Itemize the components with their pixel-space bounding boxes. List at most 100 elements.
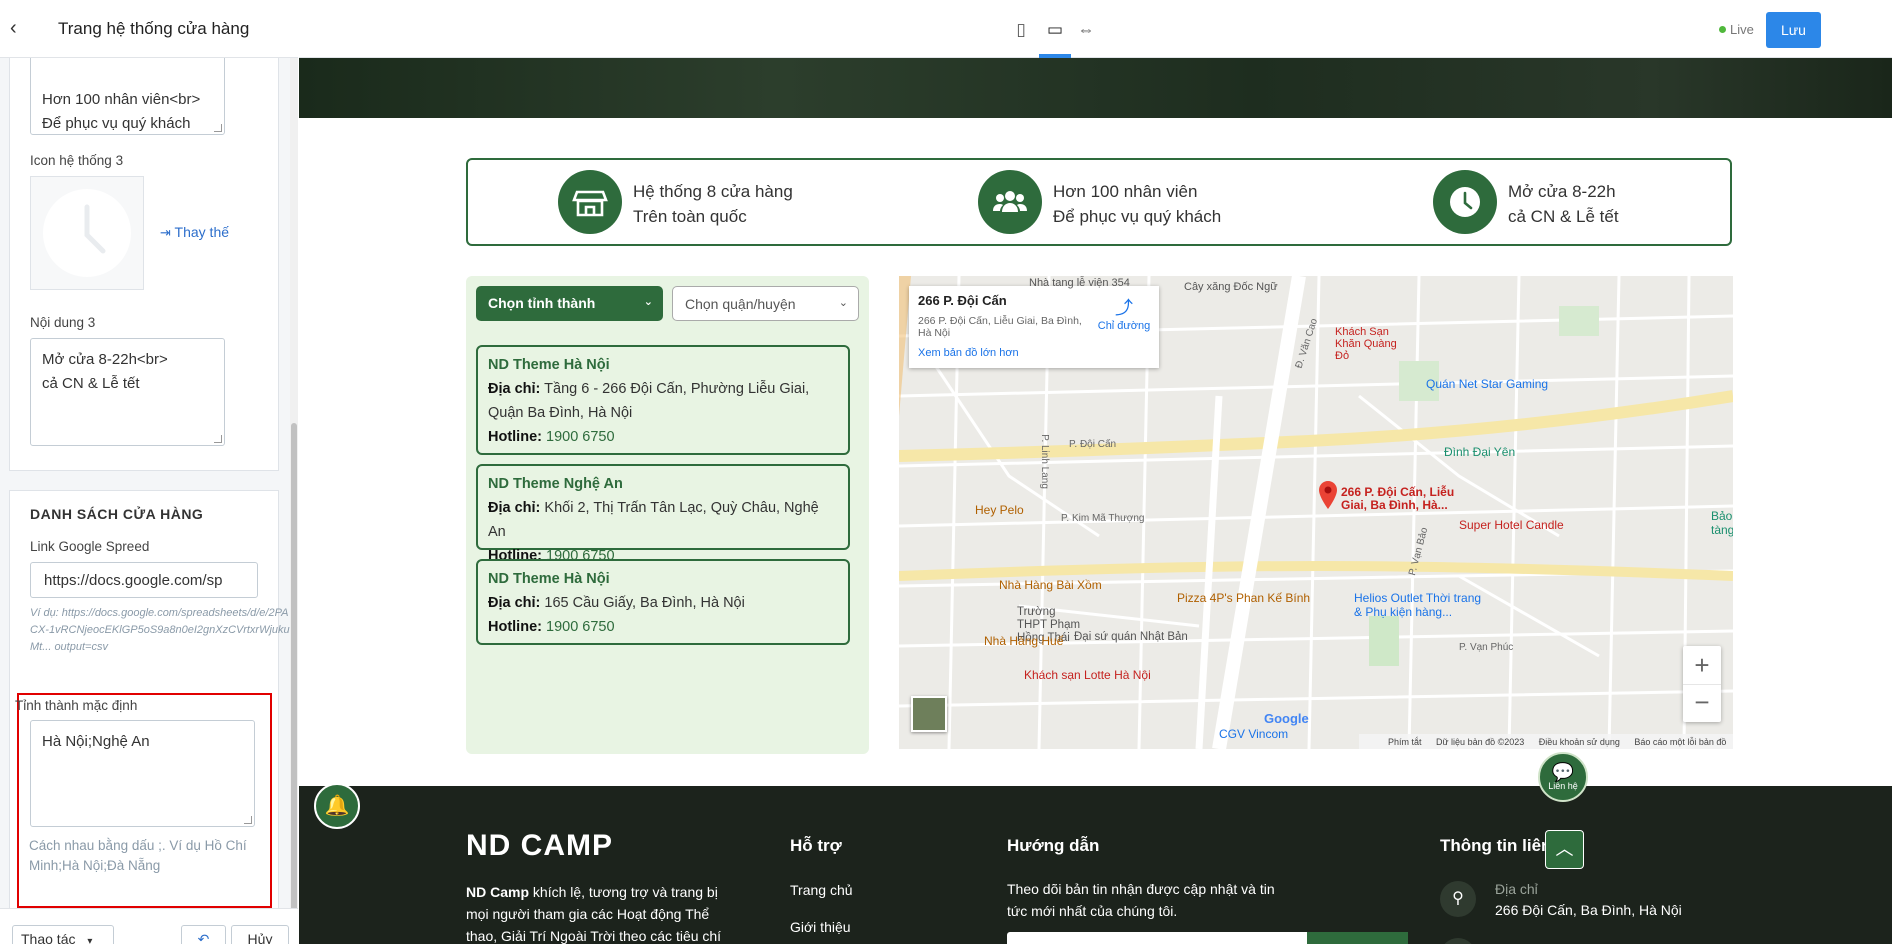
map-label: Bảo tàng xyxy=(1711,509,1733,537)
feature-line2: Để phục vụ quý khách xyxy=(1053,207,1222,226)
default-province-textarea[interactable]: Hà Nội;Nghệ An xyxy=(30,720,255,827)
sidebar-scrollbar[interactable] xyxy=(290,58,298,944)
map-label: Super Hotel Candle xyxy=(1459,518,1564,532)
map-data-text: Dữ liệu bản đồ ©2023 xyxy=(1436,737,1525,747)
directions-icon: ⤴ xyxy=(1115,298,1133,318)
hero-banner-image xyxy=(299,58,1892,118)
desktop-view-icon[interactable]: ▭ xyxy=(1044,19,1066,41)
undo-button[interactable]: ↶ xyxy=(181,925,226,944)
scrollbar-thumb[interactable] xyxy=(291,423,297,944)
replace-icon-link[interactable]: ⇥ Thay thế xyxy=(160,224,229,241)
map-label: Hey Pelo xyxy=(975,503,1024,517)
chat-contact-button[interactable]: 💬 Liên hệ xyxy=(1538,752,1588,802)
footer-link-about[interactable]: Giới thiệu xyxy=(790,916,851,938)
store-list-panel: Chọn tỉnh thành ⌄ Chọn quận/huyện ⌄ ND The… xyxy=(466,276,869,754)
live-dot-icon xyxy=(1719,26,1726,33)
map-label: Helios Outlet Thời trang & Phụ kiện hàng… xyxy=(1354,591,1482,619)
map-label: Nhà tang lễ viện 354 xyxy=(1029,277,1130,289)
feature-line2: Trên toàn quốc xyxy=(633,207,747,226)
store-address: Địa chỉ: Khối 2, Thị Trấn Tân Lạc, Quỳ C… xyxy=(488,500,819,540)
newsletter-subscribe-button[interactable] xyxy=(1307,932,1408,944)
live-status: Live xyxy=(1719,22,1754,37)
footer-link-home[interactable]: Trang chủ xyxy=(790,879,853,901)
map-label: P. Vạn Phúc xyxy=(1459,642,1514,653)
larger-map-link[interactable]: Xem bản đồ lớn hơn xyxy=(918,347,1150,359)
map-label: Quán Net Star Gaming xyxy=(1426,377,1549,391)
map-report-link[interactable]: Báo cáo một lỗi bản đồ xyxy=(1634,737,1726,747)
map-label: Khách sạn Lotte Hà Nội xyxy=(1024,668,1151,682)
google-logo: Google xyxy=(1264,711,1309,726)
zoom-control: + − xyxy=(1683,646,1721,722)
map-shortcuts-link[interactable]: Phím tắt xyxy=(1388,737,1422,747)
map-label: Đại sứ quán Nhật Bản xyxy=(1074,631,1188,643)
footer-guide-heading: Hướng dẫn xyxy=(1007,836,1100,855)
live-label: Live xyxy=(1730,22,1754,37)
site-footer: ND CAMP ND Camp khích lệ, tương trợ và t… xyxy=(299,786,1892,944)
content-2-textarea[interactable]: Hơn 100 nhân viên<br> Để phục vụ quý khá… xyxy=(30,58,225,135)
map-label: Pizza 4P's Phan Kế Bính xyxy=(1177,591,1311,605)
chevron-up-icon: ︿ xyxy=(1555,839,1574,859)
footer-logo: ND CAMP xyxy=(466,829,613,862)
store-card[interactable]: ND Theme Hà Nội Địa chỉ: 165 Cầu Giấy, B… xyxy=(476,559,850,645)
default-province-label: Tỉnh thành mặc định xyxy=(15,698,138,713)
default-province-hint: Cách nhau bằng dấu ;. Ví dụ Hồ Chí Minh;… xyxy=(29,838,247,873)
settings-sidebar: ‹ Trang hệ thống cửa hàng Hơn 100 nhân v… xyxy=(0,0,298,944)
zoom-out-button[interactable]: − xyxy=(1683,684,1721,722)
link-google-input[interactable]: https://docs.google.com/sp xyxy=(30,562,258,598)
store-hotline: Hotline: 1900 6750 xyxy=(488,429,615,445)
cancel-button[interactable]: Hủy xyxy=(231,925,289,944)
clock-icon xyxy=(1433,170,1497,234)
google-map[interactable]: 266 P. Đội Cấn 266 P. Đội Cấn, Liễu Giai… xyxy=(899,276,1733,749)
map-label: Đình Đại Yên xyxy=(1444,445,1516,459)
users-icon xyxy=(978,170,1042,234)
footer-address-value: 266 Đội Cấn, Ba Đình, Hà Nội xyxy=(1495,902,1682,918)
bell-icon[interactable]: 🔔 xyxy=(314,783,360,829)
mobile-view-icon[interactable]: ▯ xyxy=(1010,19,1032,41)
map-pin-icon[interactable] xyxy=(1319,481,1337,509)
actions-label: Thao tác xyxy=(21,931,76,944)
satellite-toggle[interactable] xyxy=(911,696,947,732)
clock-icon xyxy=(43,189,131,277)
back-to-top-button[interactable]: ︿ xyxy=(1545,830,1584,869)
content-3-textarea[interactable]: Mở cửa 8-22h<br> cả CN & Lễ tết xyxy=(30,338,225,446)
store-card[interactable]: ND Theme Hà Nội Địa chỉ: Tầng 6 - 266 Độ… xyxy=(476,345,850,455)
map-label: Khách Sạn Khăn Quàng Đỏ xyxy=(1335,326,1397,362)
map-label: P. Kim Mã Thượng xyxy=(1061,513,1145,524)
store-icon xyxy=(558,170,622,234)
footer-about-text: ND Camp khích lệ, tương trợ và trang bị … xyxy=(466,884,722,944)
district-select[interactable]: Chọn quận/huyện ⌄ xyxy=(672,286,859,321)
map-label: P. Linh Lang xyxy=(1038,434,1050,489)
place-address: 266 P. Đội Cấn, Liễu Giai, Ba Đình, Hà N… xyxy=(918,315,1082,339)
store-name: ND Theme Hà Nội xyxy=(488,357,610,373)
map-label: P. Đội Cấn xyxy=(1069,439,1117,450)
store-hotline: Hotline: 1900 6750 xyxy=(488,619,615,635)
link-google-label: Link Google Spreed xyxy=(30,539,150,554)
actions-dropdown[interactable]: Thao tác ▾ xyxy=(12,925,114,944)
icon-3-preview xyxy=(30,176,144,290)
zoom-in-button[interactable]: + xyxy=(1683,646,1721,684)
province-select[interactable]: Chọn tỉnh thành ⌄ xyxy=(476,286,663,321)
back-arrow-icon[interactable]: ‹ xyxy=(10,18,30,38)
icon-3-label: Icon hệ thống 3 xyxy=(30,153,124,168)
map-label: Nhà Hàng Bài Xồm xyxy=(999,578,1102,592)
map-label: CGV Vincom xyxy=(1219,727,1289,741)
chevron-down-icon: ▾ xyxy=(87,936,93,944)
sidebar-footer: Thao tác ▾ ↶ Hủy xyxy=(0,908,298,944)
content-3-label: Nội dung 3 xyxy=(30,315,96,330)
pin-label: 266 P. Đội Cấn, Liễu Giai, Ba Đình, Hà..… xyxy=(1341,485,1455,512)
link-example-hint: Ví dụ: https://docs.google.com/spreadshe… xyxy=(30,607,290,653)
map-label: Cây xăng Đốc Ngữ xyxy=(1184,281,1278,293)
save-button[interactable]: Lưu xyxy=(1766,12,1821,48)
directions-button[interactable]: ⤴ Chỉ đường xyxy=(1096,294,1152,332)
undo-icon: ↶ xyxy=(197,931,210,944)
feature-line2: cả CN & Lễ tết xyxy=(1508,207,1619,226)
fullwidth-view-icon[interactable]: ⇔ xyxy=(1075,19,1097,41)
sidebar-scroll-area: Hơn 100 nhân viên<br> Để phục vụ quý khá… xyxy=(0,58,290,908)
store-name: ND Theme Hà Nội xyxy=(488,571,610,587)
newsletter-email-input[interactable] xyxy=(1007,932,1307,944)
store-card[interactable]: ND Theme Nghệ An Địa chỉ: Khối 2, Thị Tr… xyxy=(476,464,850,564)
province-select-label: Chọn tỉnh thành xyxy=(488,295,596,311)
footer-support-heading: Hỗ trợ xyxy=(790,836,842,855)
map-terms-link[interactable]: Điều khoản sử dụng xyxy=(1539,737,1620,747)
store-address: Địa chỉ: Tầng 6 - 266 Đội Cấn, Phường Li… xyxy=(488,381,810,421)
